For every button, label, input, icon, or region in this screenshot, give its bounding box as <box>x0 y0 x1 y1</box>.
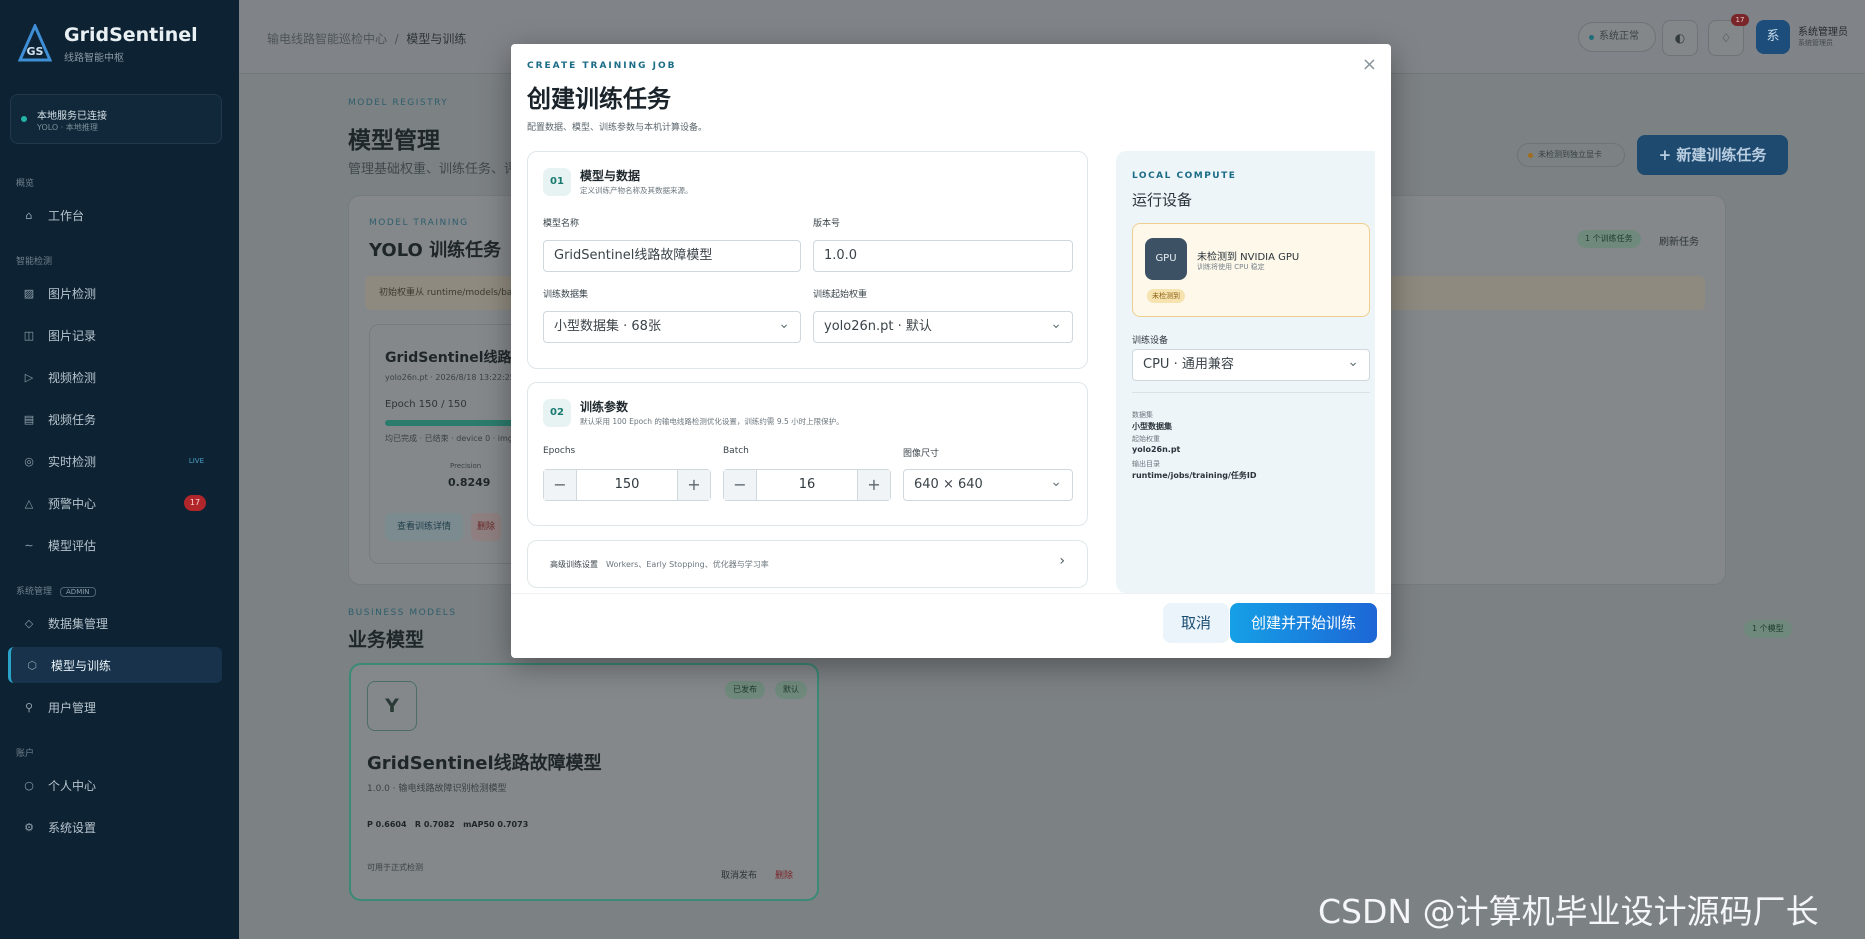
batch-value[interactable]: 16 <box>756 470 858 500</box>
chevron-right-icon: › <box>1059 553 1065 569</box>
batch-stepper[interactable]: − 16 + <box>723 469 891 501</box>
section-desc: 默认采用 100 Epoch 的输电线路检测优化设置，训练约需 9.5 小时上限… <box>580 417 844 426</box>
model-name-input[interactable]: GridSentinel线路故障模型 <box>543 240 801 272</box>
modal-label: CREATE TRAINING JOB <box>527 61 677 71</box>
modal-footer-divider <box>511 593 1391 594</box>
summary-value: runtime/jobs/training/任务ID <box>1132 471 1257 480</box>
weights-label: 训练起始权重 <box>813 290 868 300</box>
compute-label: LOCAL COMPUTE <box>1132 171 1237 181</box>
section-title: 训练参数 <box>580 400 629 414</box>
gpu-title: 未检测到 NVIDIA GPU <box>1197 252 1300 263</box>
summary-key: 数据集 <box>1132 411 1153 419</box>
summary-value: 小型数据集 <box>1132 422 1172 431</box>
imgsz-label: 图像尺寸 <box>903 449 940 459</box>
compute-title: 运行设备 <box>1132 191 1193 209</box>
close-icon[interactable]: × <box>1362 54 1377 75</box>
summary-key: 起始权重 <box>1132 435 1160 443</box>
weights-select[interactable]: yolo26n.pt · 默认 <box>813 309 1073 343</box>
name-label: 模型名称 <box>543 219 580 229</box>
epochs-value[interactable]: 150 <box>576 470 678 500</box>
modal-body[interactable]: 01 模型与数据 定义训练产物名称及其数据来源。 模型名称 GridSentin… <box>527 151 1375 593</box>
advanced-hint: Workers、Early Stopping、优化器与学习率 <box>606 560 769 569</box>
version-label: 版本号 <box>813 219 841 229</box>
section-training-params: 02 训练参数 默认采用 100 Epoch 的输电线路检测优化设置，训练约需 … <box>527 382 1088 526</box>
device-select[interactable]: CPU · 通用兼容 <box>1132 347 1370 381</box>
imgsz-select[interactable]: 640 × 640 <box>903 467 1073 501</box>
plus-icon[interactable]: + <box>858 470 890 500</box>
summary-key: 输出目录 <box>1132 460 1160 468</box>
advanced-title: 高级训练设置 <box>550 560 598 569</box>
create-training-modal: × CREATE TRAINING JOB 创建训练任务 配置数据、模型、训练参… <box>511 44 1391 658</box>
gpu-status-card: GPU 未检测到 NVIDIA GPU 训练将使用 CPU 稳定 未检测到 <box>1132 223 1370 317</box>
compute-panel: LOCAL COMPUTE 运行设备 GPU 未检测到 NVIDIA GPU 训… <box>1116 151 1375 593</box>
gpu-icon: GPU <box>1145 238 1187 280</box>
summary-value: yolo26n.pt <box>1132 445 1181 454</box>
section-desc: 定义训练产物名称及其数据来源。 <box>580 186 693 195</box>
dataset-select[interactable]: 小型数据集 · 68张 <box>543 309 801 343</box>
section-number: 02 <box>543 399 571 427</box>
advanced-settings-toggle[interactable]: 高级训练设置 Workers、Early Stopping、优化器与学习率 › <box>527 540 1088 588</box>
gpu-sub: 训练将使用 CPU 稳定 <box>1197 263 1265 271</box>
gpu-tag: 未检测到 <box>1147 289 1185 303</box>
section-title: 模型与数据 <box>580 169 641 183</box>
section-model-data: 01 模型与数据 定义训练产物名称及其数据来源。 模型名称 GridSentin… <box>527 151 1088 369</box>
device-label: 训练设备 <box>1132 336 1169 346</box>
minus-icon[interactable]: − <box>724 470 756 500</box>
epochs-label: Epochs <box>543 446 576 456</box>
create-and-start-button[interactable]: 创建并开始训练 <box>1230 603 1377 643</box>
divider <box>1132 392 1370 393</box>
plus-icon[interactable]: + <box>678 470 710 500</box>
epochs-stepper[interactable]: − 150 + <box>543 469 711 501</box>
section-number: 01 <box>543 168 571 196</box>
modal-title: 创建训练任务 <box>527 85 671 113</box>
version-input[interactable]: 1.0.0 <box>813 240 1073 272</box>
batch-label: Batch <box>723 446 749 456</box>
cancel-button[interactable]: 取消 <box>1163 603 1229 643</box>
minus-icon[interactable]: − <box>544 470 576 500</box>
modal-desc: 配置数据、模型、训练参数与本机计算设备。 <box>527 123 708 133</box>
watermark: CSDN @计算机毕业设计源码厂长 <box>1318 892 1819 931</box>
app-root: GS GridSentinel 线路智能中枢 本地服务已连接 YOLO · 本地… <box>0 0 1865 939</box>
dataset-label: 训练数据集 <box>543 290 589 300</box>
